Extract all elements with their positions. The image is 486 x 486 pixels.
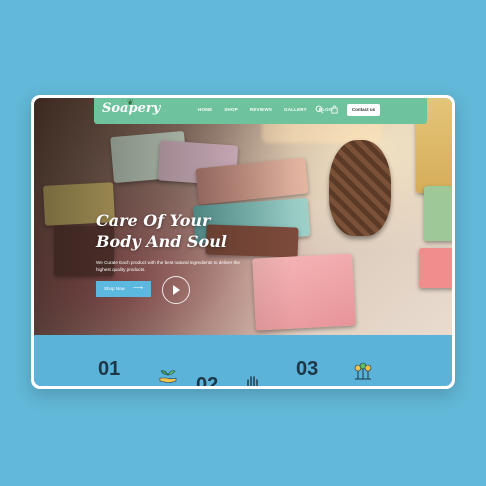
- hero-description: We Curate Each product with the best nat…: [96, 260, 240, 272]
- contact-us-button[interactable]: Contact us: [347, 104, 380, 116]
- shop-now-label: Shop Now: [104, 286, 125, 291]
- arrow-right-icon: ⟶: [132, 285, 143, 292]
- shopping-bag-icon[interactable]: [330, 105, 339, 114]
- play-video-button[interactable]: [162, 276, 190, 304]
- play-icon: [173, 285, 180, 295]
- plants-icon: [354, 362, 372, 380]
- site-header: Soapery ❦ HOME SHOP REVIEWS GALLERY BLOG: [94, 98, 427, 124]
- hand-plant-icon: [159, 370, 177, 383]
- nav-item-home[interactable]: HOME: [198, 107, 212, 112]
- soap-bar: [419, 248, 452, 288]
- hero-title-line2: Body And Soul: [96, 232, 227, 251]
- website-preview: Soapery ❦ HOME SHOP REVIEWS GALLERY BLOG: [34, 98, 452, 386]
- leaf-icon: ❦: [127, 98, 134, 107]
- nav-item-gallery[interactable]: GALLERY: [284, 107, 307, 112]
- browser-card: Soapery ❦ HOME SHOP REVIEWS GALLERY BLOG: [31, 95, 455, 389]
- pine-cone: [329, 140, 391, 236]
- hand-wave-icon: [247, 376, 258, 386]
- nav-item-reviews[interactable]: REVIEWS: [250, 107, 272, 112]
- feature-number: 02: [196, 374, 219, 386]
- soap-bar: [424, 186, 452, 241]
- feature-number: 01: [98, 358, 121, 380]
- shop-now-button[interactable]: Shop Now ⟶: [96, 281, 151, 297]
- hero-title: Care Of Your Body And Soul: [96, 210, 227, 252]
- hero-title-line1: Care Of Your: [96, 211, 211, 230]
- feature-number: 03: [296, 358, 319, 380]
- hero-section: Soapery ❦ HOME SHOP REVIEWS GALLERY BLOG: [34, 98, 452, 335]
- nav-item-shop[interactable]: SHOP: [224, 107, 238, 112]
- search-icon[interactable]: [315, 105, 324, 114]
- features-section: 01 02 03: [34, 335, 452, 386]
